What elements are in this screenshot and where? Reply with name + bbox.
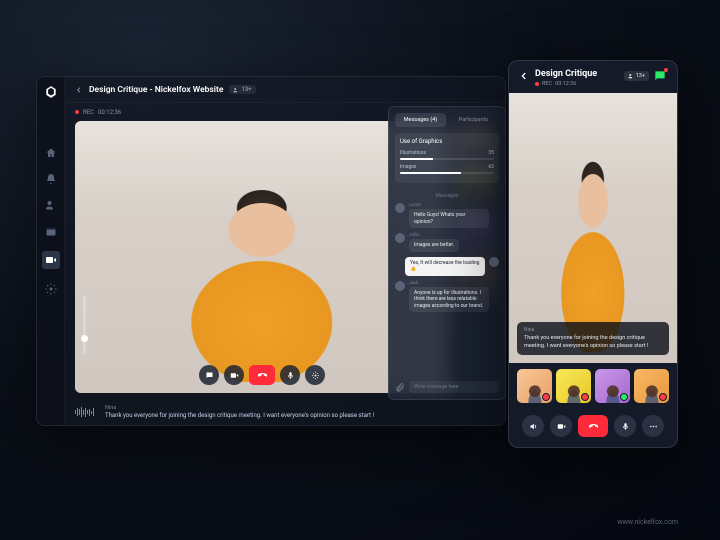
messages-panel: Messages (4) Participants Use of Graphic… xyxy=(388,106,506,400)
poll-title: Use of Graphics xyxy=(400,138,494,145)
back-icon[interactable] xyxy=(519,71,529,81)
end-call-button[interactable] xyxy=(578,415,608,437)
message-list: ConorHello Guys! Whats your opinion? Joh… xyxy=(395,203,499,377)
status-dot-icon xyxy=(581,393,589,401)
nav-settings-icon[interactable] xyxy=(45,283,57,295)
volume-slider[interactable] xyxy=(83,295,86,355)
end-call-button[interactable] xyxy=(249,365,275,385)
mobile-thumbnails xyxy=(509,363,677,409)
caption-text: Thank you everyone for joining the desig… xyxy=(524,335,662,350)
mobile-video: Nina Thank you everyone for joining the … xyxy=(509,93,677,363)
rec-timestamp: 00:12:36 xyxy=(555,81,576,87)
nav-bell-icon[interactable] xyxy=(45,173,57,185)
call-controls xyxy=(199,365,325,385)
status-dot-icon xyxy=(542,393,550,401)
message-item: JackAnyone is up for illustrations. I th… xyxy=(395,281,499,313)
mic-button[interactable] xyxy=(280,365,300,385)
settings-button[interactable] xyxy=(305,365,325,385)
avatar xyxy=(395,281,405,291)
waveform-icon xyxy=(75,406,99,418)
rec-dot-icon xyxy=(75,110,79,114)
camera-button[interactable] xyxy=(224,365,244,385)
message-item: JohnImages are better. xyxy=(395,233,499,252)
poll-card: Use of Graphics Illustrations35 Images65 xyxy=(395,133,499,183)
participant-thumb[interactable] xyxy=(595,369,630,403)
message-item-mine: Yes, It will decrease the loading 👍 xyxy=(395,257,499,276)
caption-speaker: Nina xyxy=(524,327,662,333)
rec-label: REC xyxy=(83,109,94,116)
caption-text: Thank you everyone for joining the desig… xyxy=(105,412,495,420)
participant-count-badge[interactable]: 13+ xyxy=(624,71,649,81)
status-dot-icon xyxy=(620,393,628,401)
caption-bar: Nina Thank you everyone for joining the … xyxy=(65,399,505,425)
mobile-window: Design Critique REC 00:12:36 13+ Nina Th… xyxy=(508,60,678,448)
topbar: Design Critique - Nickelfox Website 13+ xyxy=(65,77,505,103)
nav-calendar-icon[interactable] xyxy=(45,225,57,237)
chat-button[interactable] xyxy=(199,365,219,385)
nav-video-icon[interactable] xyxy=(42,251,60,269)
avatar xyxy=(489,257,499,267)
mobile-controls xyxy=(509,409,677,447)
participant-thumb[interactable] xyxy=(517,369,552,403)
camera-button[interactable] xyxy=(550,415,572,437)
nav-home-icon[interactable] xyxy=(45,147,57,159)
mobile-topbar: Design Critique REC 00:12:36 13+ xyxy=(509,61,677,93)
section-label: Messages xyxy=(395,193,499,199)
notification-dot-icon xyxy=(664,68,668,72)
poll-option[interactable]: Images65 xyxy=(400,164,494,174)
mobile-title: Design Critique xyxy=(535,69,618,79)
panel-tabs: Messages (4) Participants xyxy=(395,113,499,127)
participant-thumb[interactable] xyxy=(634,369,669,403)
tab-messages[interactable]: Messages (4) xyxy=(395,113,446,127)
compose-bar: Write message here xyxy=(395,381,499,393)
messages-icon[interactable] xyxy=(653,69,667,83)
avatar xyxy=(395,203,405,213)
rec-label: REC xyxy=(542,81,552,87)
attach-icon[interactable] xyxy=(395,382,405,392)
mic-button[interactable] xyxy=(614,415,636,437)
more-button[interactable] xyxy=(642,415,664,437)
back-icon[interactable] xyxy=(75,86,83,94)
sidebar xyxy=(37,77,65,425)
meeting-title: Design Critique - Nickelfox Website xyxy=(89,85,223,95)
speaker-button[interactable] xyxy=(522,415,544,437)
app-logo-icon xyxy=(44,85,58,99)
poll-option[interactable]: Illustrations35 xyxy=(400,150,494,160)
rec-timestamp: 00:12:36 xyxy=(98,109,121,116)
rec-dot-icon xyxy=(535,82,539,86)
message-item: ConorHello Guys! Whats your opinion? xyxy=(395,203,499,228)
participant-thumb[interactable] xyxy=(556,369,591,403)
mobile-caption: Nina Thank you everyone for joining the … xyxy=(517,322,669,355)
avatar xyxy=(395,233,405,243)
caption-speaker: Nina xyxy=(105,405,495,412)
nav-users-icon[interactable] xyxy=(45,199,57,211)
tab-participants[interactable]: Participants xyxy=(448,113,499,127)
participant-count-badge[interactable]: 13+ xyxy=(229,85,255,94)
status-dot-icon xyxy=(659,393,667,401)
message-input[interactable]: Write message here xyxy=(409,381,499,393)
footer-credit: www.nickelfox.com xyxy=(617,518,678,526)
